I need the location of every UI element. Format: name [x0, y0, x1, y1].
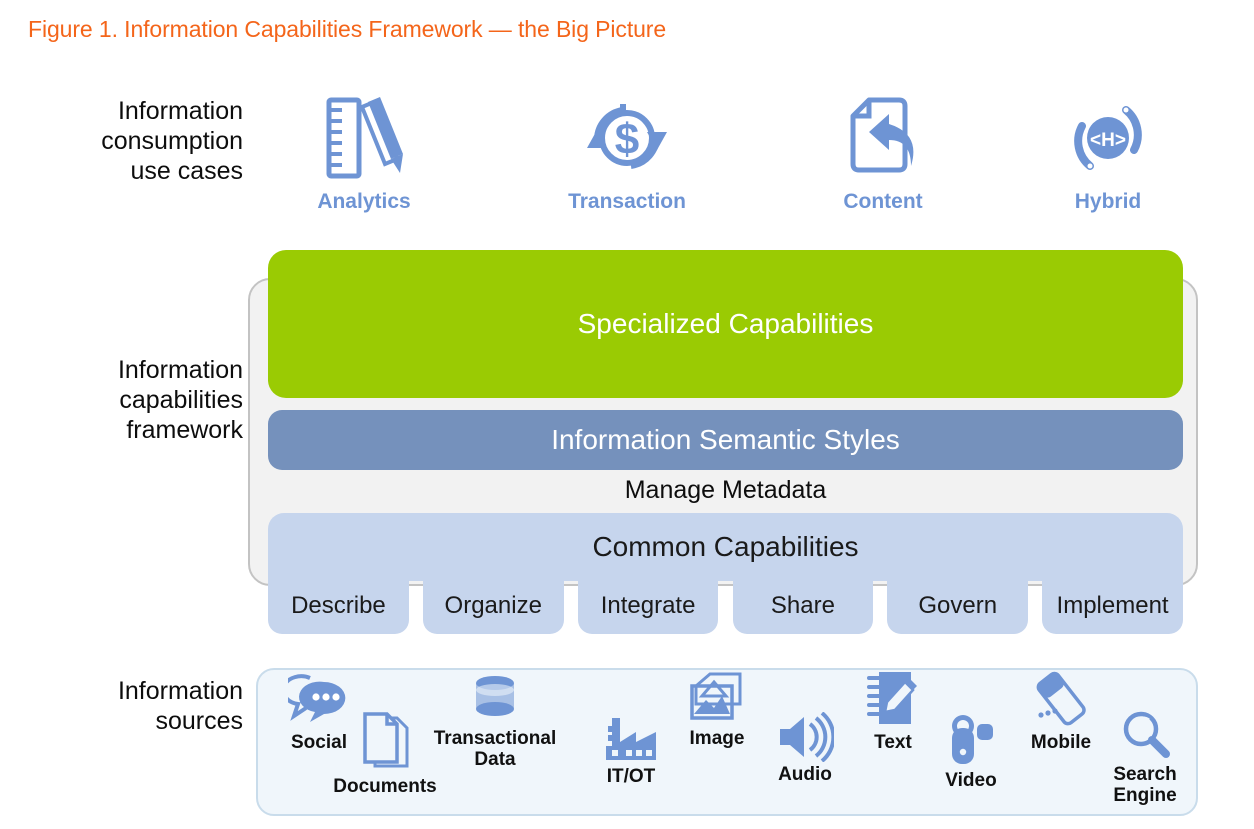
row-label-information-consumption: Information consumption use cases	[101, 97, 243, 185]
information-source-label: IT/OT	[606, 766, 656, 787]
magnifier-icon	[1118, 708, 1172, 762]
use-case-label: Hybrid	[1074, 190, 1142, 213]
information-semantic-styles-bar[interactable]: Information Semantic Styles	[268, 410, 1183, 470]
manage-metadata-label: Manage Metadata	[624, 476, 827, 504]
information-source-search-engine[interactable]: Search Engine	[1080, 708, 1210, 806]
svg-text:<H>: <H>	[1090, 130, 1126, 151]
common-capabilities-label: Common Capabilities	[592, 531, 859, 562]
use-case-hybrid[interactable]: <H> Hybrid	[1018, 92, 1198, 214]
capability-tab-label: Describe	[291, 592, 386, 619]
capability-tab-label: Organize	[444, 592, 542, 619]
capability-tab-organize[interactable]: Organize	[422, 578, 564, 634]
row-label-information-capabilities: Information capabilities framework	[117, 356, 243, 444]
use-case-label: Content	[843, 190, 923, 213]
hybrid-orbit-icon: <H>	[1064, 92, 1152, 184]
information-source-label: Documents	[333, 776, 437, 797]
capability-tab-label: Implement	[1056, 592, 1169, 619]
specialized-capabilities-label: Specialized Capabilities	[577, 308, 874, 339]
information-source-label: Image	[689, 728, 745, 749]
information-source-label: Audio	[778, 764, 832, 785]
capability-tab-implement[interactable]: Implement	[1042, 578, 1183, 634]
information-source-label: Transactional Data	[433, 728, 557, 770]
camcorder-icon	[943, 712, 999, 768]
information-source-label: Search Engine	[1113, 764, 1177, 806]
capability-tab-label: Govern	[918, 592, 998, 619]
information-source-label: Video	[945, 770, 997, 791]
common-capabilities-bar[interactable]: Common Capabilities	[268, 513, 1183, 581]
ruler-pencil-icon	[321, 92, 407, 184]
speaker-icon	[776, 712, 834, 762]
capability-tab-label: Integrate	[600, 592, 696, 619]
capability-tab-govern[interactable]: Govern	[887, 578, 1029, 634]
capability-tab-label: Share	[770, 592, 835, 619]
capability-tab-integrate[interactable]: Integrate	[577, 578, 719, 634]
capability-tab-describe[interactable]: Describe	[268, 578, 409, 634]
documents-icon	[357, 712, 413, 774]
information-capabilities-framework-figure: Figure 1. Information Capabilities Frame…	[0, 0, 1254, 829]
document-reply-arrow-icon	[841, 92, 925, 184]
information-sources-panel: Social Documents Transactional Data IT/O…	[256, 668, 1198, 816]
specialized-capabilities-bar[interactable]: Specialized Capabilities	[268, 250, 1183, 398]
svg-text:$: $	[615, 115, 639, 164]
dollar-refresh-icon: $	[583, 92, 671, 184]
database-cylinder-icon	[467, 674, 523, 726]
capability-tabs: Describe Organize Integrate Share Govern Impl…	[268, 578, 1183, 634]
use-case-analytics[interactable]: Analytics	[274, 92, 454, 214]
row-label-information-sources: Information sources	[117, 677, 243, 735]
use-case-content[interactable]: Content	[793, 92, 973, 214]
information-source-transactional-data[interactable]: Transactional Data	[430, 674, 560, 770]
use-case-label: Analytics	[317, 190, 411, 213]
information-semantic-styles-label: Information Semantic Styles	[551, 424, 900, 455]
capability-tab-share[interactable]: Share	[732, 578, 874, 634]
photos-icon	[688, 672, 746, 726]
use-case-transaction[interactable]: $ Transaction	[537, 92, 717, 214]
figure-title: Figure 1. Information Capabilities Frame…	[28, 16, 667, 42]
use-cases-row: Analytics $ Transaction Content <H> Hybr…	[250, 92, 1240, 232]
use-case-label: Transaction	[568, 190, 686, 213]
